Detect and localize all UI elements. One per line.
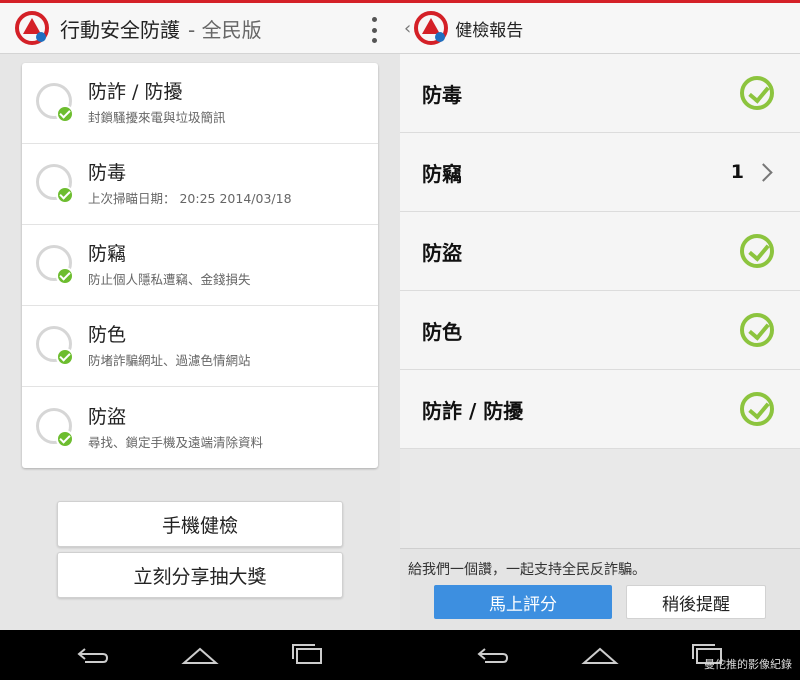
rate-now-button[interactable]: 馬上評分: [434, 585, 612, 619]
overflow-menu-icon[interactable]: [372, 17, 378, 43]
row-label: 防色: [422, 319, 462, 344]
report-row-webfilter[interactable]: 防色: [400, 291, 800, 370]
report-screen: ‹ 健檢報告 防毒 防竊 1 防盜 防色 防詐 / 防擾 給我們一個讚，一起支持: [400, 0, 800, 680]
report-row-fraud[interactable]: 防詐 / 防擾: [400, 370, 800, 449]
issue-count: 1: [730, 161, 744, 183]
check-icon: [740, 392, 774, 426]
android-nav-bar: [400, 630, 800, 680]
feature-desc: 防堵詐騙網址、過濾色情網站: [88, 353, 251, 368]
report-row-antivirus[interactable]: 防毒: [400, 54, 800, 133]
report-row-antitheft[interactable]: 防盜: [400, 212, 800, 291]
biohazard-icon: [34, 162, 78, 206]
chevron-right-icon: [754, 162, 773, 182]
feature-desc: 尋找、鎖定手機及遠端清除資料: [88, 434, 264, 450]
feature-item-antivirus[interactable]: 防毒上次掃瞄日期： 20:25 2014/03/18: [22, 144, 378, 225]
feature-title: 防竊: [88, 243, 127, 265]
back-nav-icon[interactable]: [473, 641, 513, 669]
check-icon: [740, 313, 774, 347]
feature-desc: 封鎖騷擾來電與垃圾簡訊: [88, 110, 226, 125]
page-title: 健檢報告: [455, 20, 524, 41]
promo-text: 給我們一個讚，一起支持全民反詐騙。: [408, 562, 646, 578]
feature-item-privacy[interactable]: 防竊防止個人隱私遭竊、金錢損失: [22, 225, 378, 306]
main-screen: 行動安全防護 - 全民版 防詐 / 防擾封鎖騷擾來電與垃圾簡訊 防毒上次掃瞄日期…: [0, 0, 400, 680]
health-check-button[interactable]: 手機健檢: [57, 501, 343, 547]
share-prize-button[interactable]: 立刻分享抽大獎: [57, 552, 343, 598]
app-header: 行動安全防護 - 全民版: [0, 0, 400, 54]
row-label: 防盜: [422, 240, 462, 265]
feature-item-antitheft[interactable]: 防盜尋找、鎖定手機及遠端清除資料: [22, 387, 378, 468]
rating-prompt: 給我們一個讚，一起支持全民反詐騙。 馬上評分 稍後提醒: [400, 548, 800, 630]
feature-item-webfilter[interactable]: 防色防堵詐騙網址、過濾色情網站: [22, 306, 378, 387]
recents-nav-icon[interactable]: [287, 641, 327, 669]
app-title: 行動安全防護: [60, 17, 180, 42]
feature-desc: 防止個人隱私遭竊、金錢損失: [88, 272, 251, 287]
report-row-privacy[interactable]: 防竊 1: [400, 133, 800, 212]
feature-title: 防色: [88, 324, 127, 346]
android-nav-bar: [0, 630, 400, 680]
feature-title: 防盜: [88, 405, 127, 428]
row-label: 防詐 / 防擾: [422, 398, 524, 423]
check-icon: [740, 76, 774, 110]
row-label: 防竊: [422, 161, 462, 186]
refresh-icon: [34, 243, 78, 287]
report-header: ‹ 健檢報告: [400, 0, 800, 54]
back-chevron-icon[interactable]: ‹: [404, 18, 411, 39]
globe-icon: [34, 324, 78, 368]
home-nav-icon[interactable]: [580, 641, 620, 669]
remind-later-button[interactable]: 稍後提醒: [626, 585, 766, 619]
feature-title: 防毒: [88, 162, 127, 184]
feature-card: 防詐 / 防擾封鎖騷擾來電與垃圾簡訊 防毒上次掃瞄日期： 20:25 2014/…: [22, 63, 378, 468]
back-nav-icon[interactable]: [73, 641, 113, 669]
feature-title: 防詐 / 防擾: [88, 81, 183, 103]
report-list: 防毒 防竊 1 防盜 防色 防詐 / 防擾: [400, 54, 800, 449]
feature-desc: 上次掃瞄日期： 20:25 2014/03/18: [88, 191, 292, 206]
feature-item-fraud[interactable]: 防詐 / 防擾封鎖騷擾來電與垃圾簡訊: [22, 63, 378, 144]
check-icon: [740, 234, 774, 268]
watermark: 曼佗推的影像紀錄: [704, 658, 792, 671]
phone-shield-icon: [34, 81, 78, 125]
app-logo-icon: [413, 10, 449, 46]
app-subtitle: - 全民版: [188, 17, 262, 42]
phone-lock-icon: [34, 406, 78, 450]
app-logo-icon: [14, 10, 50, 46]
home-nav-icon[interactable]: [180, 641, 220, 669]
row-label: 防毒: [422, 82, 462, 107]
